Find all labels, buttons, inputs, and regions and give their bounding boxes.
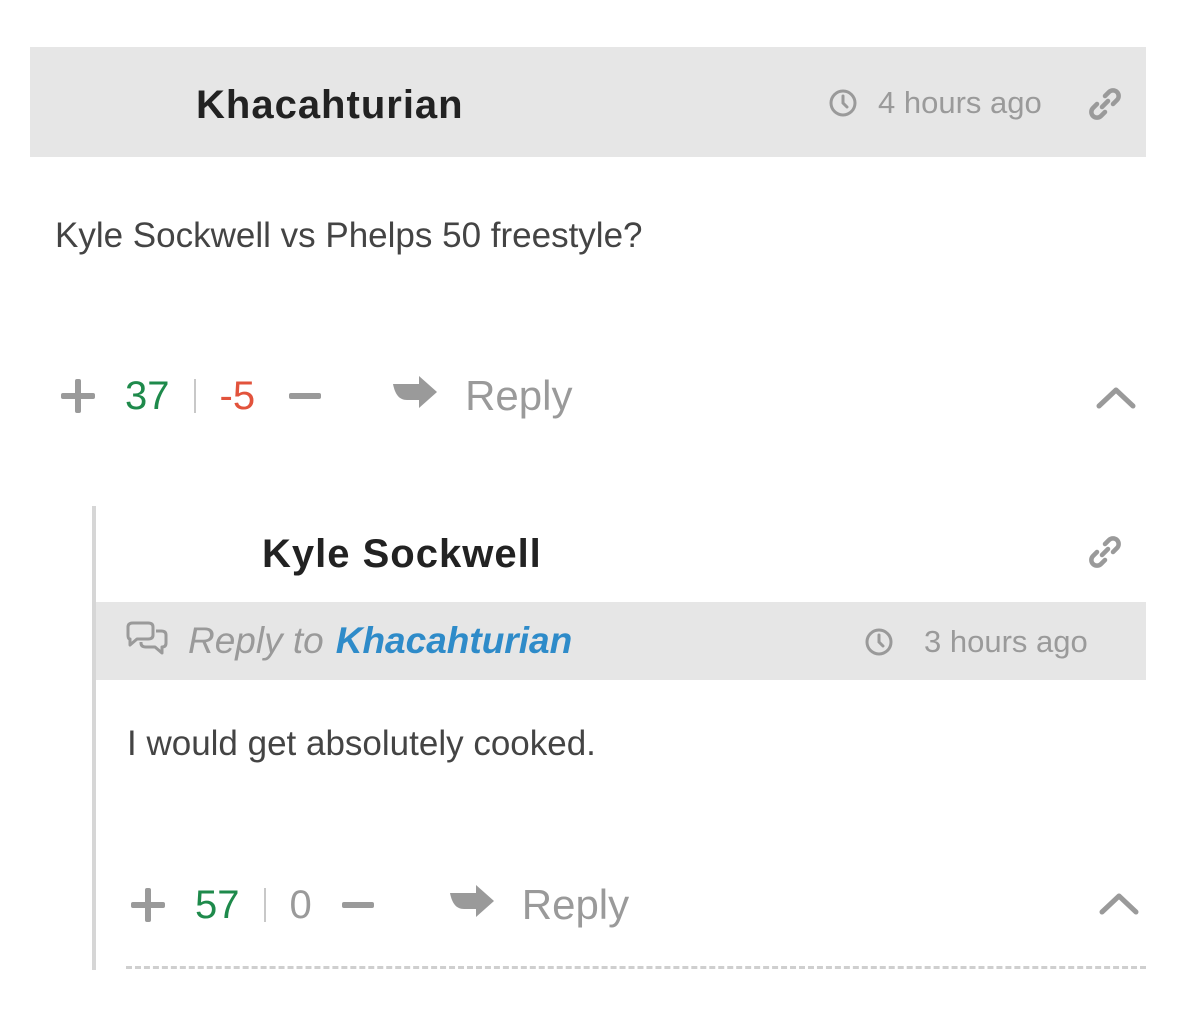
reply-to-bar: Reply to Khacahturian 3 hours ago: [96, 602, 1146, 680]
reply-button[interactable]: Reply: [449, 881, 630, 929]
comment-author[interactable]: Khacahturian: [196, 83, 464, 128]
reply-time-text: 3 hours ago: [924, 624, 1088, 659]
reply-label: Reply: [521, 881, 630, 928]
downvote-button[interactable]: [341, 902, 374, 908]
upvote-count: 57: [195, 882, 240, 927]
downvote-count: 0: [289, 882, 312, 927]
clock-icon: [828, 88, 858, 118]
downvote-count: -5: [219, 373, 256, 418]
comment-text: Kyle Sockwell vs Phelps 50 freestyle?: [55, 216, 643, 255]
vote-separator: [193, 379, 196, 413]
reply-arrow-icon: [449, 883, 496, 928]
reply-text: I would get absolutely cooked.: [127, 724, 596, 763]
chevron-up-icon[interactable]: [1098, 890, 1140, 921]
link-icon[interactable]: [1088, 535, 1122, 574]
comment-header: Khacahturian 4 hours ago: [30, 47, 1146, 157]
chevron-up-icon[interactable]: [1095, 384, 1137, 415]
upvote-button[interactable]: [131, 888, 165, 922]
reply-to-label: Reply to: [188, 620, 324, 661]
reply-to: Reply to Khacahturian: [124, 620, 572, 662]
reply-timestamp: 3 hours ago: [864, 624, 1088, 660]
reply-to-author-link[interactable]: Khacahturian: [336, 620, 572, 662]
clock-icon: [864, 627, 894, 657]
comment-time-text: 4 hours ago: [878, 85, 1042, 120]
speech-bubbles-icon: [124, 621, 170, 662]
thread-line: [92, 506, 96, 970]
reply-label: Reply: [465, 372, 573, 419]
divider: [126, 966, 1146, 969]
link-icon[interactable]: [1088, 87, 1122, 126]
downvote-button[interactable]: [289, 393, 322, 399]
reply-actions: 57 0 Reply: [131, 875, 629, 935]
reply-button[interactable]: Reply: [393, 372, 572, 420]
reply-author[interactable]: Kyle Sockwell: [262, 532, 542, 577]
upvote-button[interactable]: [61, 379, 95, 413]
comment-actions: 37 -5 Reply: [61, 366, 572, 426]
reply-arrow-icon: [393, 374, 439, 419]
upvote-count: 37: [125, 373, 170, 418]
vote-separator: [263, 888, 266, 922]
comment-timestamp: 4 hours ago: [828, 85, 1042, 121]
